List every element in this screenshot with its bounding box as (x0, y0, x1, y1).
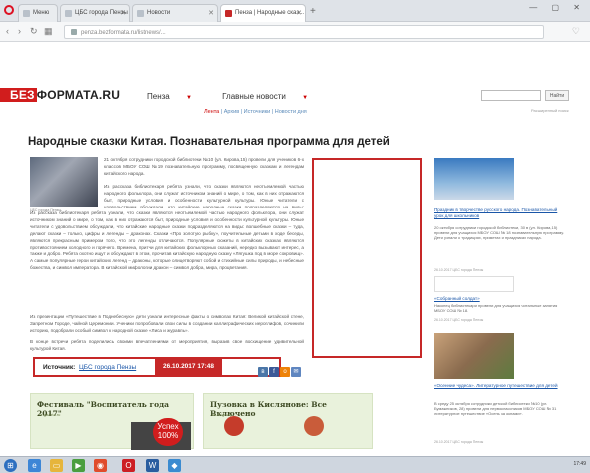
dropdown-arrow-icon: ▼ (185, 95, 192, 101)
browser-tab-bar: Меню ЦБС города Пензы ✕ Новости ✕ Пенза | … (0, 0, 590, 22)
top-navigation: Пенза ▼ Главные новости ▼ (147, 92, 336, 101)
teaser-badge: Успех 100% (153, 418, 183, 446)
source-date: 26.10.2017 17:48 (155, 359, 222, 375)
email-share-icon[interactable]: ✉ (291, 367, 301, 377)
source-label: Источник: (43, 364, 76, 371)
sub-navigation: Лента | Архив | Источники | Новости дня (204, 109, 307, 115)
favicon-icon (225, 10, 232, 17)
site-logo[interactable]: БЕЗ ФОРМАТА.RU (8, 88, 121, 102)
system-clock[interactable]: 17:49 (573, 461, 586, 467)
speed-dial-icon[interactable]: ▦ (44, 26, 53, 37)
browser-tab[interactable]: ЦБС города Пензы ✕ (60, 4, 130, 22)
news-date: 26.10.2017 ЦБС города Пензы (434, 268, 484, 272)
news-link[interactable]: «Собранный солдат» (434, 296, 564, 302)
teaser-image[interactable] (224, 416, 244, 436)
favicon-icon (137, 10, 144, 17)
tab-label: Новости (147, 10, 171, 16)
nav-main-news[interactable]: Главные новости ▼ (222, 92, 322, 101)
news-summary: Наконец библиотекари провели для учащихс… (434, 303, 558, 313)
nav-main-news-label: Главные новости (222, 92, 286, 101)
news-date: 26.10.2017 ЦБС города Пензы (434, 440, 484, 444)
opera-taskbar-icon[interactable]: O (122, 459, 135, 472)
media-icon[interactable]: ▶ (72, 459, 85, 472)
url-field[interactable]: penza.bezformata.ru/listnews/... (64, 25, 544, 39)
news-thumbnail[interactable] (434, 158, 514, 200)
bookmark-heart-icon[interactable]: ♡ (572, 26, 580, 37)
logo-red-part: БЕЗ (8, 88, 37, 102)
app-icon[interactable]: ◉ (94, 459, 107, 472)
tab-label: Пенза | Народные сказ... (235, 10, 305, 16)
ie-icon[interactable]: e (28, 459, 41, 472)
ad-banner-frame[interactable] (312, 158, 422, 358)
article-paragraph-continued: Из рассказа библиотекаря ребята узнали, … (30, 210, 304, 271)
os-taskbar: ⊞ e ▭ ▶ ◉ O W ◆ 17:49 (0, 456, 590, 473)
teaser-block[interactable]: Пузовка в Кислянове: Все Включено ok.ru/… (203, 393, 373, 449)
news-date: 26.10.2017 ЦБС города Пензы (434, 318, 484, 322)
browser-tab[interactable]: Новости ✕ (132, 4, 218, 22)
article-paragraph: В конце встречи ребята поделились своими… (30, 339, 304, 351)
site-info-icon[interactable] (71, 29, 77, 35)
app-icon[interactable]: ◆ (168, 459, 181, 472)
odnoklassniki-share-icon[interactable]: о (280, 367, 290, 377)
teaser-image[interactable] (304, 416, 324, 436)
facebook-share-icon[interactable]: f (269, 367, 279, 377)
browser-tab[interactable]: Меню (18, 4, 58, 22)
reload-icon[interactable]: ↻ (30, 26, 38, 37)
search-button[interactable]: Найти (545, 90, 569, 101)
vk-share-icon[interactable]: в (258, 367, 268, 377)
nav-city[interactable]: Пенза ▼ (147, 92, 206, 101)
logo-text: ФОРМАТА.RU (36, 88, 121, 102)
forward-arrow-icon[interactable]: › (18, 26, 21, 36)
tab-label: Меню (33, 10, 50, 16)
favicon-icon (65, 10, 72, 17)
news-summary: В среду 25 октября сотрудники детской би… (434, 401, 557, 417)
news-link[interactable]: «Осенние чудеса». Литературное путешеств… (434, 383, 564, 389)
subnav-archive[interactable]: Архив (224, 109, 239, 115)
article-photo[interactable] (30, 157, 98, 207)
news-thumbnail[interactable] (434, 276, 514, 292)
start-button-icon[interactable]: ⊞ (4, 459, 17, 472)
back-arrow-icon[interactable]: ‹ (6, 26, 9, 36)
teaser-block[interactable]: Фестиваль "Воспитатель года 2017" kr-gaz… (30, 393, 194, 450)
new-tab-button[interactable]: + (310, 6, 316, 17)
close-tab-icon[interactable]: ✕ (296, 9, 302, 17)
window-controls[interactable]: — ▢ ✕ (529, 3, 586, 12)
nav-city-label: Пенза (147, 92, 170, 101)
search-input[interactable] (481, 90, 541, 101)
browser-tab-active[interactable]: Пенза | Народные сказ... ✕ (220, 4, 306, 22)
opera-logo-icon[interactable] (4, 5, 14, 15)
close-tab-icon[interactable]: ✕ (120, 9, 126, 17)
subnav-day-news[interactable]: Новости дня (275, 109, 307, 115)
news-link[interactable]: Праздник в творчестве русского народа. П… (434, 207, 564, 218)
url-text: penza.bezformata.ru/listnews/... (81, 30, 166, 36)
subnav-feed[interactable]: Лента (204, 109, 219, 115)
advanced-search-link[interactable]: Расширенный поиск (531, 108, 569, 113)
explorer-folder-icon[interactable]: ▭ (50, 459, 63, 472)
article-title: Народные сказки Китая. Познавательная пр… (28, 136, 390, 148)
address-bar-row: ‹ › ↻ ▦ penza.bezformata.ru/listnews/...… (0, 22, 590, 42)
subnav-sources[interactable]: Источники (244, 109, 271, 115)
article-paragraph: Из рассказа библиотекаря ребята узнали, … (104, 184, 304, 208)
close-tab-icon[interactable]: ✕ (208, 9, 214, 17)
social-share-buttons: в f о ✉ (258, 360, 302, 378)
source-link[interactable]: ЦБС города Пензы (79, 364, 136, 371)
teaser-title[interactable]: Фестиваль "Воспитатель года 2017" (37, 400, 193, 418)
article-paragraph: Из презентации «Путешествие в Поднебесну… (30, 314, 304, 333)
word-icon[interactable]: W (146, 459, 159, 472)
news-thumbnail[interactable] (434, 333, 514, 379)
teaser-site: kr-gazeta.ru (39, 412, 61, 417)
source-bar: Источник: ЦБС города Пензы 26.10.2017 17… (33, 357, 281, 377)
article-paragraph: 21 октября сотрудники городской библиоте… (104, 157, 304, 176)
news-summary: 20 октября сотрудники городской библиоте… (434, 225, 564, 241)
favicon-icon (23, 10, 30, 17)
dropdown-arrow-icon: ▼ (302, 95, 309, 101)
